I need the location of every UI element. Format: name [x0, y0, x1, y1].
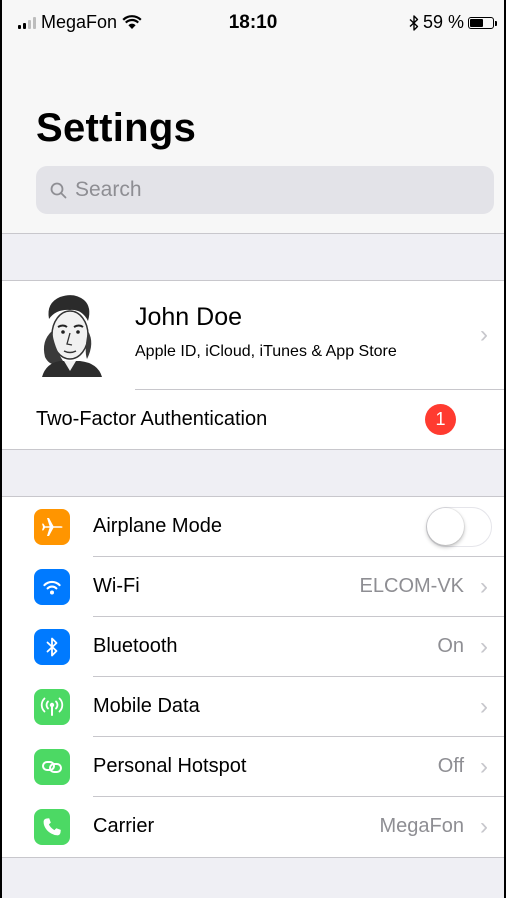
settings-header: Settings Search: [2, 40, 504, 234]
wifi-icon: [34, 569, 70, 605]
chevron-right-icon: ›: [480, 753, 488, 780]
chevron-right-icon: ›: [480, 813, 488, 840]
search-icon: [50, 182, 67, 198]
battery-percent: 59 %: [422, 12, 464, 32]
status-bar: MegaFon 18:10 59 %: [2, 0, 504, 40]
airplane-mode-row[interactable]: Airplane Mode: [2, 497, 504, 557]
connectivity-group: Airplane Mode Wi-Fi ELCOM-VK › Bluetooth: [2, 496, 504, 858]
search-field[interactable]: Search: [36, 166, 494, 214]
page-title: Settings: [36, 106, 197, 150]
profile-name: John Doe: [135, 303, 243, 331]
bluetooth-icon: [34, 629, 70, 665]
carrier-row[interactable]: Carrier MegaFon ›: [2, 797, 504, 857]
setting-value: Off: [437, 755, 464, 777]
setting-label: Carrier: [93, 815, 155, 837]
toggle-knob: [427, 508, 464, 545]
search-placeholder: Search: [75, 178, 142, 201]
bluetooth-row[interactable]: Bluetooth On ›: [2, 617, 504, 677]
avatar: [42, 295, 102, 377]
mobile-data-row[interactable]: Mobile Data ›: [2, 677, 504, 737]
antenna-icon: [34, 689, 70, 725]
wifi-row[interactable]: Wi-Fi ELCOM-VK ›: [2, 557, 504, 617]
airplane-mode-toggle[interactable]: [426, 507, 492, 547]
phone-icon: [34, 809, 70, 845]
airplane-icon: [34, 509, 70, 545]
setting-value: MegaFon: [379, 815, 465, 837]
setting-label: Mobile Data: [93, 695, 200, 717]
hotspot-icon: [34, 749, 70, 785]
setting-value: On: [437, 635, 464, 657]
setting-label: Personal Hotspot: [93, 755, 247, 777]
chevron-right-icon: ›: [480, 321, 488, 348]
status-right: 59 %: [409, 12, 497, 33]
account-group: John Doe Apple ID, iCloud, iTunes & App …: [2, 280, 504, 450]
apple-id-row[interactable]: John Doe Apple ID, iCloud, iTunes & App …: [2, 281, 504, 390]
setting-label: Wi-Fi: [93, 575, 140, 597]
setting-label: Bluetooth: [93, 635, 178, 657]
two-factor-label: Two-Factor Authentication: [36, 408, 268, 430]
chevron-right-icon: ›: [480, 693, 488, 720]
chevron-right-icon: ›: [480, 573, 488, 600]
two-factor-row[interactable]: Two-Factor Authentication 1: [2, 390, 504, 449]
setting-label: Airplane Mode: [93, 515, 222, 537]
profile-subtitle: Apple ID, iCloud, iTunes & App Store: [135, 343, 397, 360]
phone-screen: MegaFon 18:10 59 % Settings Search John …: [0, 0, 506, 898]
personal-hotspot-row[interactable]: Personal Hotspot Off ›: [2, 737, 504, 797]
chevron-right-icon: ›: [480, 633, 488, 660]
notification-badge: 1: [425, 404, 456, 435]
battery-icon: [468, 16, 497, 29]
bluetooth-status-icon: [409, 14, 419, 31]
setting-value: ELCOM-VK: [359, 575, 464, 597]
